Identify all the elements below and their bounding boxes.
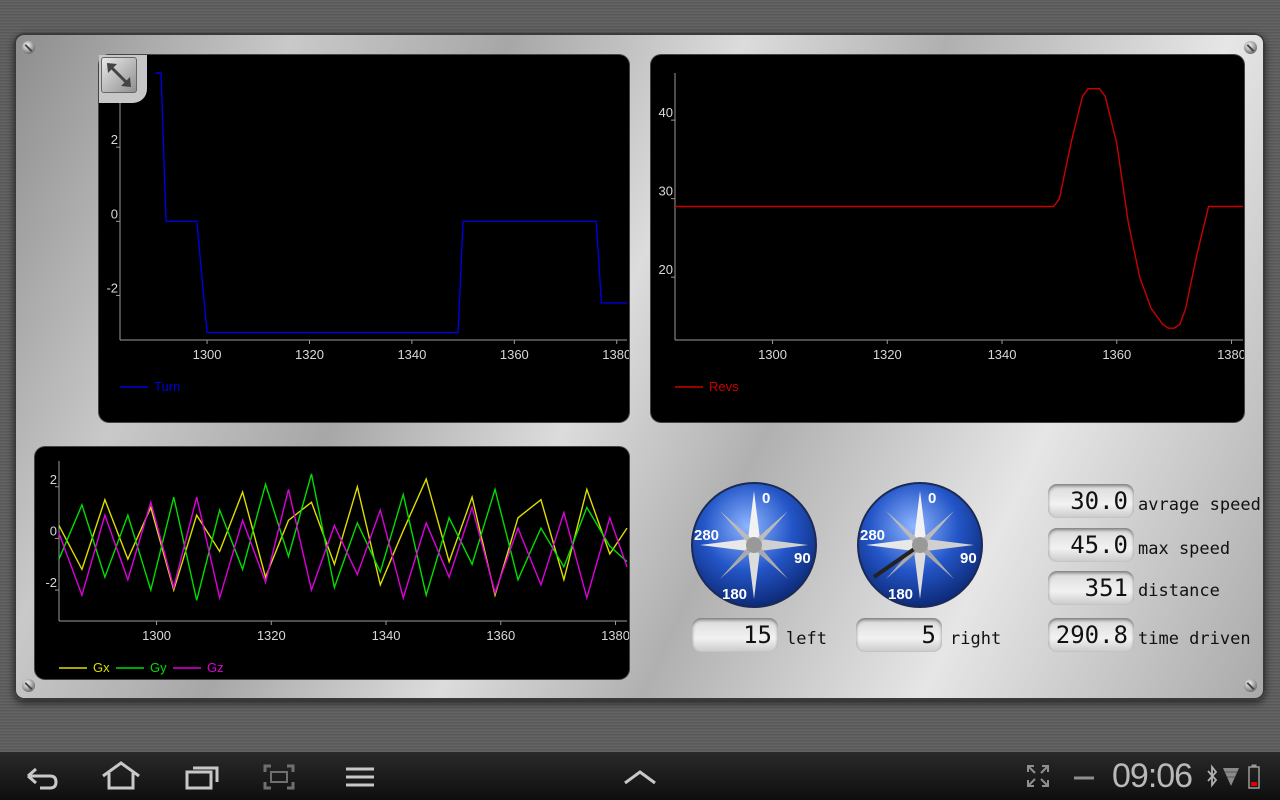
distance-field: 351 xyxy=(1048,571,1134,605)
y-tick-label: 2 xyxy=(50,472,57,487)
series-line-revs xyxy=(675,88,1243,329)
x-tick-label: 1380 xyxy=(601,628,629,643)
y-tick-label: -2 xyxy=(45,575,57,590)
screw-icon xyxy=(22,679,35,692)
back-icon[interactable] xyxy=(22,762,60,792)
screw-icon xyxy=(1244,679,1257,692)
x-tick-label: 1340 xyxy=(988,347,1017,362)
minimize-icon[interactable] xyxy=(1072,774,1096,782)
legend-label: Revs xyxy=(709,379,739,394)
y-tick-label: 2 xyxy=(111,132,118,147)
x-tick-label: 1300 xyxy=(758,347,787,362)
left-label: left xyxy=(786,629,827,649)
menu-icon[interactable] xyxy=(344,765,376,789)
turn-chart-svg: 1300 1320 1340 1360 1380 2 0 -2 Turn xyxy=(106,72,629,394)
x-tick-label: 1300 xyxy=(193,347,222,362)
max-speed-field: 45.0 xyxy=(1048,528,1134,562)
x-tick-label: 1360 xyxy=(500,347,529,362)
battery-icon xyxy=(1248,764,1260,789)
right-compass: 0 90 180 280 xyxy=(857,482,983,608)
x-tick-label: 1340 xyxy=(372,628,401,643)
legend-label: Gy xyxy=(150,660,167,675)
compass-south-label: 180 xyxy=(722,586,747,603)
legend-label: Gz xyxy=(207,660,224,675)
compass-east-label: 90 xyxy=(960,550,977,567)
y-tick-label: 40 xyxy=(659,105,673,120)
clock: 09:06 xyxy=(1112,757,1193,795)
time-driven-label: time driven xyxy=(1138,629,1251,649)
y-tick-label: 30 xyxy=(659,184,673,199)
y-tick-label: 0 xyxy=(111,206,118,221)
distance-label: distance xyxy=(1138,581,1220,601)
bluetooth-icon xyxy=(1207,764,1218,788)
x-tick-label: 1340 xyxy=(397,347,426,362)
compass-west-label: 280 xyxy=(860,527,885,544)
up-arrow-icon[interactable] xyxy=(622,768,658,786)
left-value-field: 15 xyxy=(692,618,778,652)
max-speed-label: max speed xyxy=(1138,539,1231,559)
right-label: right xyxy=(950,629,1002,649)
x-tick-label: 1360 xyxy=(486,628,515,643)
x-tick-label: 1320 xyxy=(873,347,902,362)
left-compass: 0 90 180 280 xyxy=(691,482,817,608)
compass-south-label: 180 xyxy=(888,586,913,603)
avg-speed-field: 30.0 xyxy=(1048,484,1134,518)
revs-chart-svg: 1300 1320 1340 1360 1380 40 30 20 Revs xyxy=(659,73,1244,394)
screw-icon xyxy=(1244,41,1257,54)
home-icon[interactable] xyxy=(100,760,142,792)
legend-label: Gx xyxy=(93,660,110,675)
time-driven-field: 290.8 xyxy=(1048,618,1134,652)
series-line-gx xyxy=(58,476,628,598)
series-line-turn xyxy=(155,72,627,334)
expand-button[interactable] xyxy=(99,55,147,103)
expand-icon xyxy=(101,57,137,93)
fullscreen-icon[interactable] xyxy=(1026,764,1050,788)
recent-apps-icon[interactable] xyxy=(184,763,220,791)
x-tick-label: 1300 xyxy=(142,628,171,643)
x-tick-label: 1320 xyxy=(257,628,286,643)
x-tick-label: 1320 xyxy=(295,347,324,362)
signal-icon xyxy=(1223,768,1239,786)
gyro-chart[interactable]: 1300 1320 1340 1360 1380 2 0 -2 Gx Gy Gz xyxy=(35,447,629,679)
turn-chart[interactable]: 1300 1320 1340 1360 1380 2 0 -2 Turn xyxy=(99,55,629,422)
series-line-gz xyxy=(58,489,628,601)
y-tick-label: -2 xyxy=(106,281,118,296)
x-tick-label: 1360 xyxy=(1102,347,1131,362)
right-value-field: 5 xyxy=(856,618,942,652)
x-tick-label: 1380 xyxy=(1217,347,1244,362)
avg-speed-label: avrage speed xyxy=(1138,495,1261,515)
compass-west-label: 280 xyxy=(694,527,719,544)
revs-chart[interactable]: 1300 1320 1340 1360 1380 40 30 20 Revs xyxy=(651,55,1244,422)
screenshot-icon[interactable] xyxy=(262,763,296,791)
screw-icon xyxy=(22,41,35,54)
gyro-chart-svg: 1300 1320 1340 1360 1380 2 0 -2 Gx Gy Gz xyxy=(45,461,629,675)
compass-north-label: 0 xyxy=(762,490,770,507)
legend-label: Turn xyxy=(154,379,180,394)
y-tick-label: 20 xyxy=(659,262,673,277)
x-tick-label: 1380 xyxy=(602,347,629,362)
y-tick-label: 0 xyxy=(50,523,57,538)
compass-north-label: 0 xyxy=(928,490,936,507)
compass-east-label: 90 xyxy=(794,550,811,567)
